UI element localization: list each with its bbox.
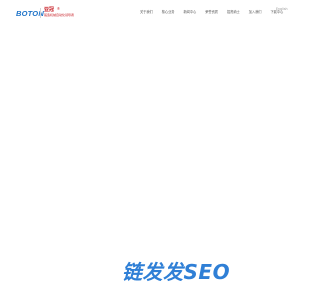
language-selector[interactable]: English <box>276 7 288 11</box>
brand-tagline: 锻造机械自动化领导者 <box>44 13 75 17</box>
main-nav: 关于我们 核心业务 新闻中心 荣誉资质 招贤纳士 加入我们 下载中心 <box>140 7 283 15</box>
brand-name: 亚冠 <box>44 7 55 13</box>
site-header: BOTON 亚冠 ® 锻造机械自动化领导者 关于我们 核心业务 新闻中心 荣誉资… <box>0 0 300 22</box>
watermark-text: 链发发SEO <box>122 260 231 284</box>
nav-item-honors[interactable]: 荣誉资质 <box>205 9 218 14</box>
nav-item-join[interactable]: 加入我们 <box>249 9 262 14</box>
page: BOTON 亚冠 ® 锻造机械自动化领导者 关于我们 核心业务 新闻中心 荣誉资… <box>0 0 300 300</box>
nav-item-about[interactable]: 关于我们 <box>140 9 153 14</box>
nav-item-careers[interactable]: 招贤纳士 <box>227 9 240 14</box>
brand-divider <box>40 8 41 18</box>
nav-item-business[interactable]: 核心业务 <box>162 9 175 14</box>
registered-mark: ® <box>57 6 60 11</box>
nav-item-news[interactable]: 新闻中心 <box>184 9 197 14</box>
